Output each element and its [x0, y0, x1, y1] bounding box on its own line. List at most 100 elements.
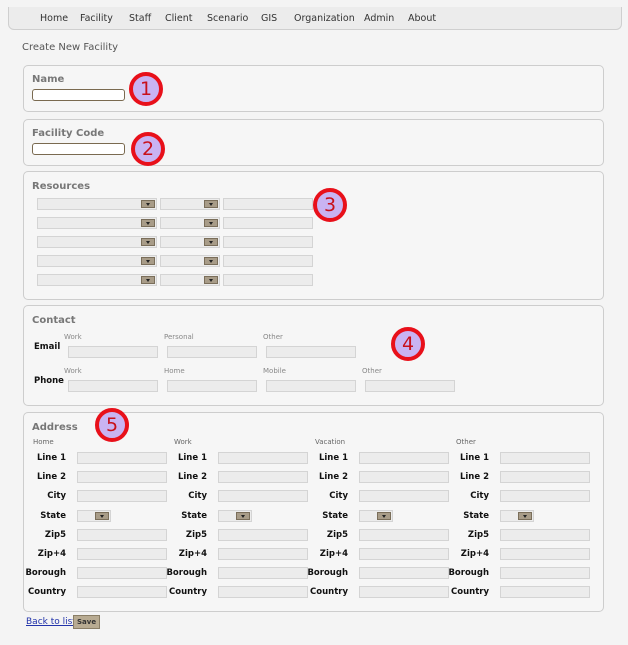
name-input[interactable]: [32, 89, 125, 101]
address-home-line1-field[interactable]: [77, 452, 167, 464]
resource-quantity-field[interactable]: [223, 217, 313, 229]
callout-badge-5: 5: [95, 408, 129, 442]
address-other-zip5-field[interactable]: [500, 529, 590, 541]
address-vacation-zip4-label: Zip+4: [319, 549, 348, 559]
address-other-zip4-label: Zip+4: [460, 549, 489, 559]
name-legend: Name: [32, 74, 65, 85]
phone-work-field[interactable]: [68, 380, 158, 392]
address-vacation-line1-label: Line 1: [318, 453, 348, 463]
address-other-city-field[interactable]: [500, 490, 590, 502]
resource-quantity-field[interactable]: [223, 255, 313, 267]
dropdown-arrow-icon: [141, 238, 155, 246]
address-work-zip4-label: Zip+4: [178, 549, 207, 559]
nav-facility[interactable]: Facility: [80, 13, 113, 24]
address-vacation-line2-field[interactable]: [359, 471, 449, 483]
resource-type-select[interactable]: [37, 198, 157, 210]
address-vacation-line1-field[interactable]: [359, 452, 449, 464]
facility-code-legend: Facility Code: [32, 128, 105, 139]
address-other-zip4-field[interactable]: [500, 548, 590, 560]
resource-unit-select[interactable]: [160, 274, 220, 286]
address-home-line2-label: Line 2: [36, 472, 66, 482]
resource-quantity-field[interactable]: [223, 198, 313, 210]
dropdown-arrow-icon: [204, 200, 218, 208]
address-work-zip4-field[interactable]: [218, 548, 308, 560]
address-work-line1-field[interactable]: [218, 452, 308, 464]
address-work-header: Work: [174, 438, 192, 446]
nav-admin[interactable]: Admin: [364, 13, 394, 24]
resource-unit-select[interactable]: [160, 236, 220, 248]
dropdown-arrow-icon: [141, 219, 155, 227]
resource-type-select[interactable]: [37, 217, 157, 229]
address-home-line1-label: Line 1: [36, 453, 66, 463]
address-home-state-select[interactable]: [77, 510, 111, 522]
address-other-state-label: State: [463, 511, 489, 521]
resource-type-select[interactable]: [37, 255, 157, 267]
resource-quantity-field[interactable]: [223, 274, 313, 286]
contact-legend: Contact: [32, 315, 76, 326]
phone-home-field[interactable]: [167, 380, 257, 392]
phone-other-field[interactable]: [365, 380, 455, 392]
address-work-borough-label: Borough: [166, 568, 207, 578]
resource-type-select[interactable]: [37, 236, 157, 248]
address-vacation-zip4-field[interactable]: [359, 548, 449, 560]
resource-unit-select[interactable]: [160, 255, 220, 267]
address-home-zip5-field[interactable]: [77, 529, 167, 541]
address-work-country-field[interactable]: [218, 586, 308, 598]
email-personal-label: Personal: [164, 333, 194, 341]
nav-client[interactable]: Client: [165, 13, 193, 24]
address-vacation-city-field[interactable]: [359, 490, 449, 502]
address-work-state-select[interactable]: [218, 510, 252, 522]
resource-unit-select[interactable]: [160, 198, 220, 210]
callout-badge-3: 3: [313, 188, 347, 222]
address-work-country-label: Country: [169, 587, 207, 597]
nav-scenario[interactable]: Scenario: [207, 13, 248, 24]
back-to-list-link[interactable]: Back to list: [26, 617, 76, 627]
address-other-country-label: Country: [451, 587, 489, 597]
resource-quantity-field[interactable]: [223, 236, 313, 248]
address-home-line2-field[interactable]: [77, 471, 167, 483]
save-button[interactable]: Save: [73, 615, 101, 629]
address-legend: Address: [32, 422, 78, 433]
address-work-line2-field[interactable]: [218, 471, 308, 483]
address-home-header: Home: [33, 438, 54, 446]
address-other-line2-field[interactable]: [500, 471, 590, 483]
address-vacation-state-select[interactable]: [359, 510, 393, 522]
phone-mobile-field[interactable]: [266, 380, 356, 392]
nav-about[interactable]: About: [408, 13, 436, 24]
address-work-city-field[interactable]: [218, 490, 308, 502]
dropdown-arrow-icon: [518, 512, 532, 520]
email-work-field[interactable]: [68, 346, 158, 358]
name-fieldset: Name: [23, 65, 604, 112]
address-work-zip5-field[interactable]: [218, 529, 308, 541]
phone-work-label: Work: [64, 367, 82, 375]
nav-organization[interactable]: Organization: [294, 13, 355, 24]
address-home-city-field[interactable]: [77, 490, 167, 502]
address-other-borough-field[interactable]: [500, 567, 590, 579]
email-personal-field[interactable]: [167, 346, 257, 358]
nav-staff[interactable]: Staff: [129, 13, 151, 24]
phone-other-label: Other: [362, 367, 382, 375]
resource-type-select[interactable]: [37, 274, 157, 286]
resource-unit-select[interactable]: [160, 217, 220, 229]
nav-gis[interactable]: GIS: [261, 13, 277, 24]
address-home-country-field[interactable]: [77, 586, 167, 598]
address-other-line1-field[interactable]: [500, 452, 590, 464]
dropdown-arrow-icon: [377, 512, 391, 520]
address-vacation-zip5-field[interactable]: [359, 529, 449, 541]
address-work-borough-field[interactable]: [218, 567, 308, 579]
page-title: Create New Facility: [22, 42, 119, 53]
dropdown-arrow-icon: [204, 276, 218, 284]
address-home-zip5-label: Zip5: [44, 530, 66, 540]
address-other-state-select[interactable]: [500, 510, 534, 522]
address-vacation-country-field[interactable]: [359, 586, 449, 598]
address-other-zip5-label: Zip5: [467, 530, 489, 540]
address-home-zip4-field[interactable]: [77, 548, 167, 560]
address-vacation-borough-field[interactable]: [359, 567, 449, 579]
email-other-field[interactable]: [266, 346, 356, 358]
nav-home[interactable]: Home: [40, 13, 68, 24]
address-home-borough-field[interactable]: [77, 567, 167, 579]
address-vacation-header: Vacation: [315, 438, 346, 446]
facility-code-input[interactable]: [32, 143, 125, 155]
address-vacation-city-label: City: [329, 491, 348, 501]
address-other-country-field[interactable]: [500, 586, 590, 598]
